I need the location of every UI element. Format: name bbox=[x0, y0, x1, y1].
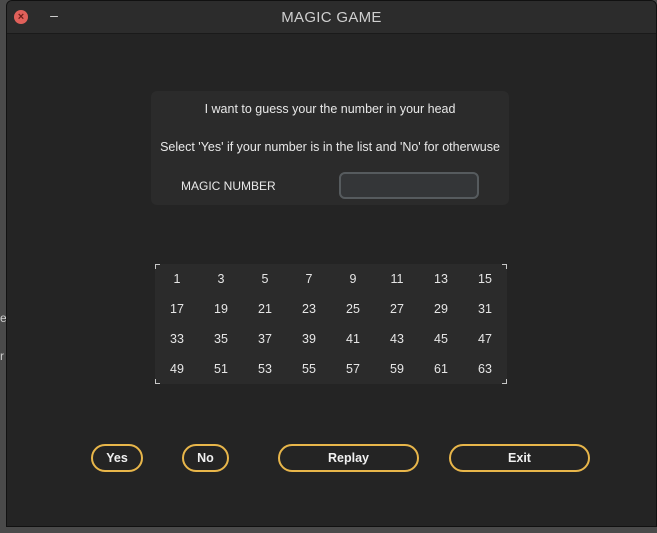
grid-corner bbox=[155, 379, 160, 384]
number-cell: 35 bbox=[214, 332, 228, 346]
number-cell: 33 bbox=[170, 332, 184, 346]
number-cell: 21 bbox=[258, 302, 272, 316]
number-cell: 53 bbox=[258, 362, 272, 376]
number-cell: 37 bbox=[258, 332, 272, 346]
number-cell: 59 bbox=[390, 362, 404, 376]
grid-corner bbox=[502, 264, 507, 269]
number-cell: 27 bbox=[390, 302, 404, 316]
number-cell: 41 bbox=[346, 332, 360, 346]
number-cell: 43 bbox=[390, 332, 404, 346]
number-cell: 61 bbox=[434, 362, 448, 376]
number-cell: 13 bbox=[434, 272, 448, 286]
number-cell: 7 bbox=[305, 272, 313, 286]
number-cell: 15 bbox=[478, 272, 492, 286]
number-cell: 23 bbox=[302, 302, 316, 316]
number-cell: 57 bbox=[346, 362, 360, 376]
number-cell: 45 bbox=[434, 332, 448, 346]
magic-number-label: MAGIC NUMBER bbox=[181, 179, 276, 193]
selection-instruction-text: Select 'Yes' if your number is in the li… bbox=[160, 140, 500, 154]
title-bar[interactable]: × – MAGIC GAME bbox=[7, 1, 656, 34]
window-title: MAGIC GAME bbox=[281, 9, 382, 26]
number-cell: 3 bbox=[217, 272, 225, 286]
number-cell: 1 bbox=[173, 272, 181, 286]
number-cell: 5 bbox=[261, 272, 269, 286]
replay-button[interactable]: Replay bbox=[278, 444, 419, 472]
number-cell: 31 bbox=[478, 302, 492, 316]
no-button[interactable]: No bbox=[182, 444, 229, 472]
number-list-grid: 1 3 5 7 9 11 13 15 17 19 21 23 25 27 29 31 33 35 37 39 41 43 4… bbox=[155, 264, 507, 384]
number-cell: 49 bbox=[170, 362, 184, 376]
number-cell: 55 bbox=[302, 362, 316, 376]
grid-corner bbox=[155, 264, 160, 269]
yes-button[interactable]: Yes bbox=[91, 444, 143, 472]
info-panel: I want to guess your the number in your … bbox=[151, 91, 509, 205]
number-cell: 17 bbox=[170, 302, 184, 316]
instruction-text: I want to guess your the number in your … bbox=[204, 102, 456, 116]
number-cell: 25 bbox=[346, 302, 360, 316]
number-cell: 29 bbox=[434, 302, 448, 316]
number-cell: 39 bbox=[302, 332, 316, 346]
magic-game-window: × – MAGIC GAME I want to guess your the … bbox=[6, 0, 657, 527]
grid-corner bbox=[502, 379, 507, 384]
number-cell: 51 bbox=[214, 362, 228, 376]
background-window-text: r bbox=[0, 349, 4, 363]
number-cell: 9 bbox=[349, 272, 357, 286]
exit-button[interactable]: Exit bbox=[449, 444, 590, 472]
number-cell: 47 bbox=[478, 332, 492, 346]
number-cell: 19 bbox=[214, 302, 228, 316]
magic-number-field[interactable] bbox=[339, 172, 479, 199]
number-cell: 11 bbox=[390, 272, 404, 286]
number-cell: 63 bbox=[478, 362, 492, 376]
